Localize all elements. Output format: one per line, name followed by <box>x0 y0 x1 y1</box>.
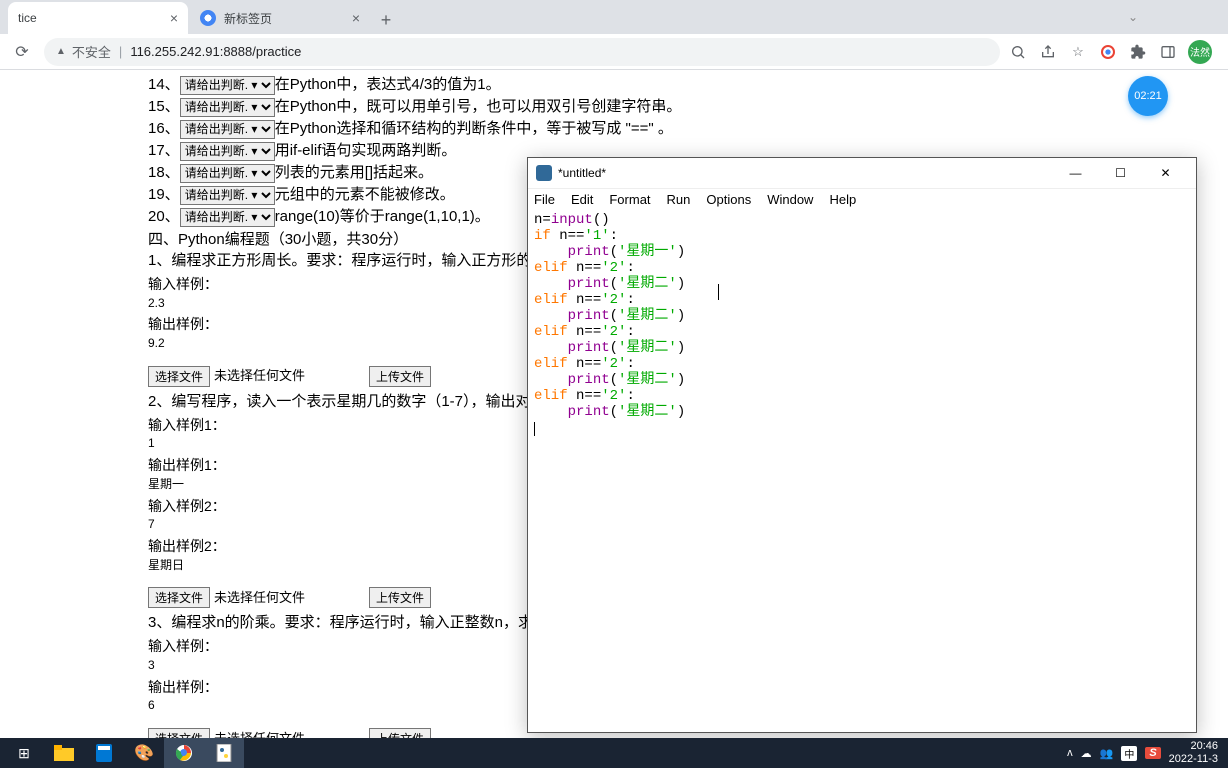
ime-indicator[interactable]: 中 <box>1121 746 1137 761</box>
calculator-button[interactable] <box>84 738 124 768</box>
judgment-select[interactable]: 请给出判断. ▾ <box>180 98 275 117</box>
toolbar-right: ☆ 法然 <box>1008 40 1220 64</box>
url-bar[interactable]: 不安全 | 116.255.242.91:8888/practice <box>44 38 1000 66</box>
url-text: 116.255.242.91:8888/practice <box>130 44 301 59</box>
question-number: 18、 <box>148 164 180 181</box>
idle-button[interactable] <box>204 738 244 768</box>
idle-menubar: File Edit Format Run Options Window Help <box>528 188 1196 210</box>
people-icon[interactable]: 👥 <box>1100 747 1114 760</box>
question-number: 16、 <box>148 120 180 137</box>
upload-button[interactable]: 上传文件 <box>369 366 431 387</box>
judgment-select[interactable]: 请给出判断. ▾ <box>180 120 275 139</box>
question-number: 14、 <box>148 76 180 93</box>
file-status: 未选择任何文件 <box>214 730 305 738</box>
extensions-icon[interactable] <box>1128 42 1148 62</box>
close-icon[interactable]: × <box>170 10 178 26</box>
menu-options[interactable]: Options <box>706 192 751 207</box>
calculator-icon <box>96 744 112 762</box>
clock[interactable]: 20:46 2022-11-3 <box>1169 740 1218 766</box>
question-number: 20、 <box>148 208 180 225</box>
menu-window[interactable]: Window <box>767 192 813 207</box>
sidepanel-icon[interactable] <box>1158 42 1178 62</box>
date-text: 2022-11-3 <box>1169 753 1218 766</box>
menu-file[interactable]: File <box>534 192 555 207</box>
close-button[interactable]: ✕ <box>1143 159 1188 187</box>
menu-run[interactable]: Run <box>667 192 691 207</box>
folder-icon <box>54 745 74 761</box>
choose-file-button[interactable]: 选择文件 <box>148 728 210 738</box>
judgment-select[interactable]: 请给出判断. ▾ <box>180 186 275 205</box>
question-number: 19、 <box>148 186 180 203</box>
browser-tabs: tice × 新标签页 × + ⌄ <box>0 0 1228 34</box>
tray-up-icon[interactable]: ʌ <box>1067 747 1073 759</box>
taskbar: ⊞ 🎨 ʌ ☁ 👥 中 S 20:46 2022-11-3 <box>0 738 1228 768</box>
tab-practice[interactable]: tice × <box>8 2 188 34</box>
share-icon[interactable] <box>1038 42 1058 62</box>
new-tab-button[interactable]: + <box>372 6 400 34</box>
minimize-button[interactable]: — <box>1053 159 1098 187</box>
tab-newtab[interactable]: 新标签页 × <box>190 2 370 34</box>
text-cursor <box>718 284 719 300</box>
file-explorer-button[interactable] <box>44 738 84 768</box>
onedrive-icon[interactable]: ☁ <box>1081 747 1092 760</box>
close-icon[interactable]: × <box>352 10 360 26</box>
idle-titlebar[interactable]: *untitled* — ☐ ✕ <box>528 158 1196 188</box>
chrome-button[interactable] <box>164 738 204 768</box>
upload-button[interactable]: 上传文件 <box>369 728 431 738</box>
reload-button[interactable]: ⟳ <box>8 38 36 66</box>
upload-button[interactable]: 上传文件 <box>369 587 431 608</box>
time-text: 20:46 <box>1169 740 1218 753</box>
idle-window: *untitled* — ☐ ✕ File Edit Format Run Op… <box>527 157 1197 733</box>
menu-format[interactable]: Format <box>609 192 650 207</box>
question-line: 14、请给出判断. ▾在Python中，表达式4/3的值为1。 <box>148 74 1228 95</box>
judgment-select[interactable]: 请给出判断. ▾ <box>180 76 275 95</box>
question-text: 用if-elif语句实现两路判断。 <box>275 142 457 159</box>
python-icon <box>536 165 552 181</box>
browser-toolbar: ⟳ 不安全 | 116.255.242.91:8888/practice ☆ 法… <box>0 34 1228 70</box>
sogou-icon[interactable]: S <box>1145 747 1160 759</box>
window-title: *untitled* <box>558 166 1053 180</box>
question-text: 在Python中，既可以用单引号，也可以用双引号创建字符串。 <box>275 98 682 115</box>
file-status: 未选择任何文件 <box>214 367 305 385</box>
tab-label: 新标签页 <box>224 10 272 27</box>
maximize-button[interactable]: ☐ <box>1098 159 1143 187</box>
judgment-select[interactable]: 请给出判断. ▾ <box>180 208 275 227</box>
reload-icon: ⟳ <box>15 42 28 62</box>
question-number: 15、 <box>148 98 180 115</box>
paint-button[interactable]: 🎨 <box>124 738 164 768</box>
question-number: 17、 <box>148 142 180 159</box>
code-editor[interactable]: n=input() if n=='1': print('星期一') elif n… <box>528 210 1196 732</box>
question-line: 16、请给出判断. ▾在Python选择和循环结构的判断条件中，等于被写成 "=… <box>148 118 1228 139</box>
judgment-select[interactable]: 请给出判断. ▾ <box>180 164 275 183</box>
file-status: 未选择任何文件 <box>214 589 305 607</box>
question-text: 在Python中，表达式4/3的值为1。 <box>275 76 501 93</box>
bookmark-icon[interactable]: ☆ <box>1068 42 1088 62</box>
chrome-icon <box>200 10 216 26</box>
tab-label: tice <box>18 11 37 25</box>
question-text: 列表的元素用[]括起来。 <box>275 164 433 181</box>
search-icon[interactable] <box>1008 42 1028 62</box>
system-tray: ʌ ☁ 👥 中 S 20:46 2022-11-3 <box>1067 740 1224 766</box>
security-warning: 不安全 <box>56 42 111 61</box>
judgment-select[interactable]: 请给出判断. ▾ <box>180 142 275 161</box>
question-line: 15、请给出判断. ▾在Python中，既可以用单引号，也可以用双引号创建字符串… <box>148 96 1228 117</box>
menu-edit[interactable]: Edit <box>571 192 593 207</box>
start-button[interactable]: ⊞ <box>4 738 44 768</box>
question-text: range(10)等价于range(1,10,1)。 <box>275 208 490 225</box>
question-text: 在Python选择和循环结构的判断条件中，等于被写成 "==" 。 <box>275 120 673 137</box>
chrome-icon <box>175 744 193 762</box>
profile-avatar[interactable]: 法然 <box>1188 40 1212 64</box>
extension-color-icon[interactable] <box>1098 42 1118 62</box>
python-file-icon <box>215 744 233 762</box>
choose-file-button[interactable]: 选择文件 <box>148 587 210 608</box>
windows-icon: ⊞ <box>18 745 30 762</box>
question-text: 元组中的元素不能被修改。 <box>275 186 455 203</box>
window-dropdown-icon[interactable]: ⌄ <box>1128 10 1138 24</box>
menu-help[interactable]: Help <box>829 192 856 207</box>
paint-icon: 🎨 <box>134 743 154 763</box>
choose-file-button[interactable]: 选择文件 <box>148 366 210 387</box>
